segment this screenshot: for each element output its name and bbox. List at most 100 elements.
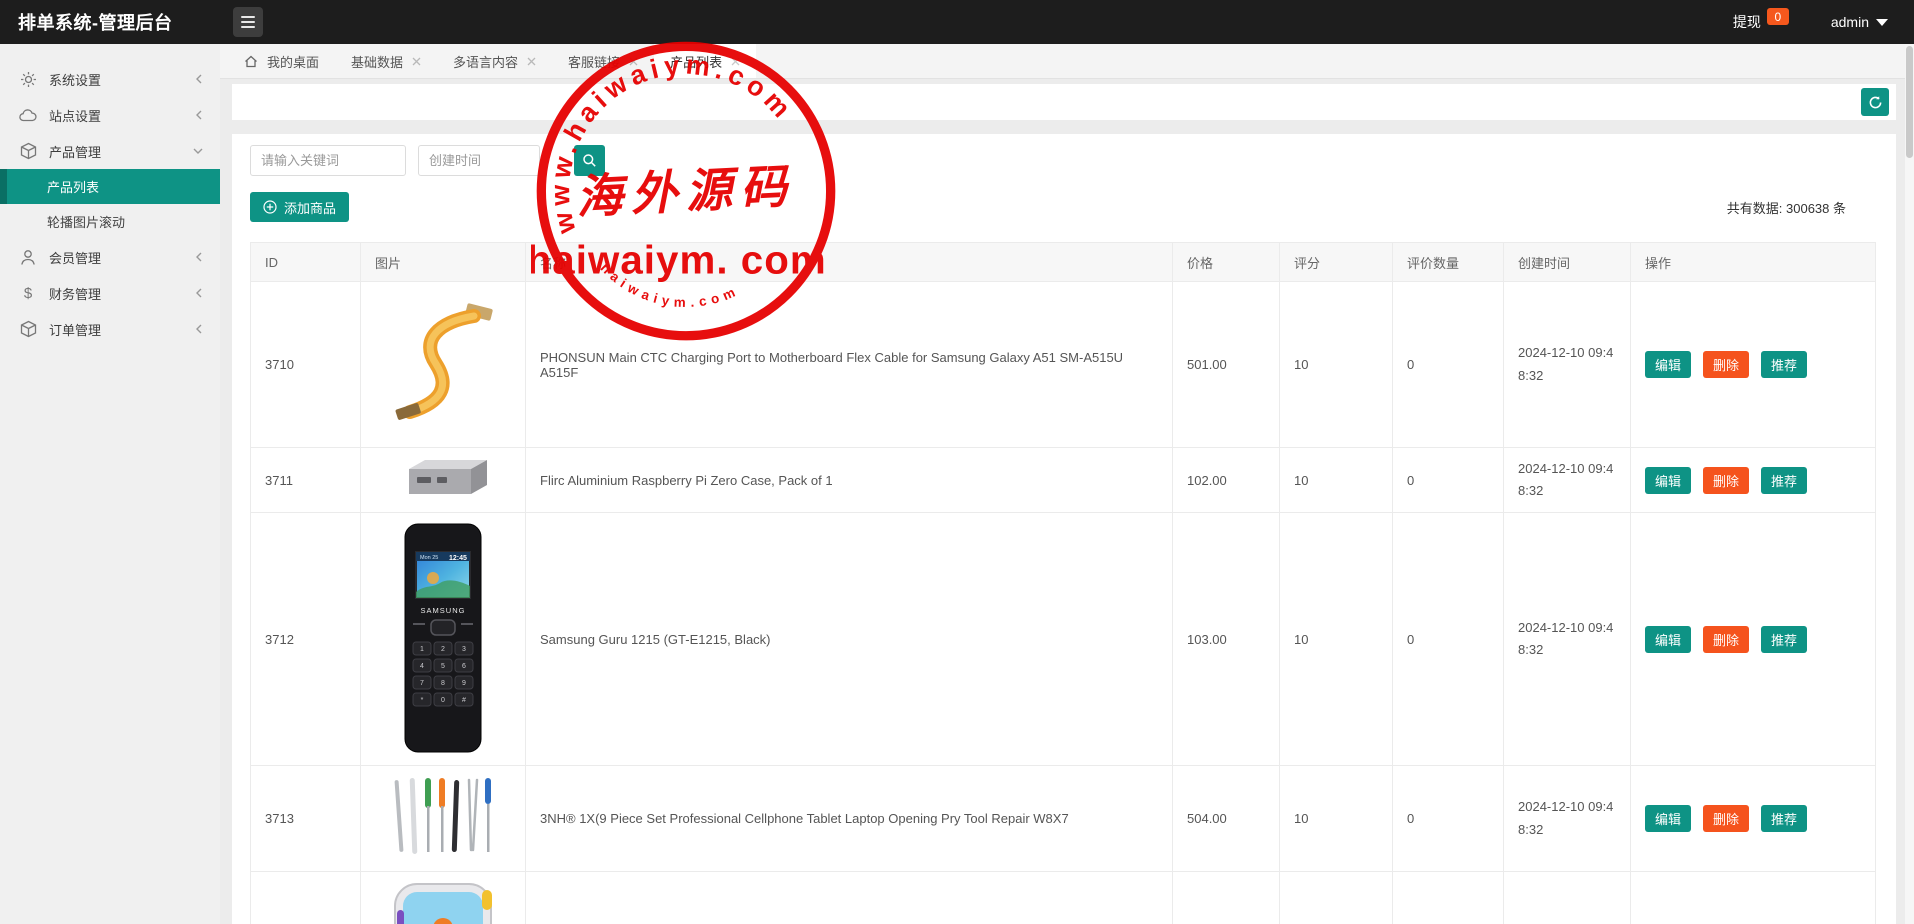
- svg-text:3: 3: [462, 646, 466, 653]
- tab-my-desktop[interactable]: 我的桌面: [228, 44, 335, 78]
- recommend-button[interactable]: 推荐: [1761, 625, 1808, 653]
- withdraw-link[interactable]: 提现 0: [1732, 8, 1789, 32]
- sidebar-subitem-carousel[interactable]: 轮播图片滚动: [0, 204, 220, 239]
- recommend-button[interactable]: 推荐: [1761, 805, 1808, 832]
- sidebar-item-label: 会员管理: [49, 250, 102, 266]
- tab-basic-data[interactable]: 基础数据: [335, 44, 437, 78]
- cell-actions: 编辑 删除 推荐: [1630, 512, 1876, 766]
- delete-button[interactable]: 删除: [1703, 625, 1750, 653]
- edit-button[interactable]: 编辑: [1645, 466, 1692, 494]
- cell-created: 2024-12-10 09:48:32: [1503, 447, 1631, 513]
- svg-text:7: 7: [420, 680, 424, 687]
- cube-icon: [18, 320, 38, 338]
- cell-price: 103.00: [1172, 512, 1280, 766]
- cell-id: 3710: [250, 281, 361, 448]
- app-title: 排单系统-管理后台: [18, 13, 173, 33]
- sidebar-item-order-management[interactable]: 订单管理: [0, 311, 220, 347]
- product-image-flex-cable: [395, 303, 493, 420]
- cell-image: [360, 871, 526, 924]
- chevron-left-icon: [194, 323, 204, 335]
- svg-text:5: 5: [441, 663, 445, 670]
- col-header-actions: 操作: [1630, 242, 1876, 282]
- cell-price: 504.00: [1172, 765, 1280, 872]
- product-panel: 添加商品 共有数据: 300638 条 ID 图片 名称 价格: [232, 134, 1896, 924]
- sidebar-subitem-product-list[interactable]: 产品列表: [0, 169, 220, 204]
- table-row: 3711 Flirc Aluminium Raspberry Pi Zero C…: [250, 447, 1876, 513]
- cell-score: 10: [1279, 281, 1393, 448]
- tab-label: 产品列表: [670, 54, 723, 70]
- delete-button[interactable]: 删除: [1703, 805, 1750, 832]
- close-icon[interactable]: [629, 57, 638, 66]
- table-row: 3710 PHONSUN Main CTC Charging Port to M…: [250, 281, 1876, 448]
- sidebar-item-finance-management[interactable]: $ 财务管理: [0, 275, 220, 311]
- tab-bar: 我的桌面 基础数据 多语言内容 客服链接 产品列表: [220, 44, 1914, 79]
- product-image-feature-phone: Mon 25 12:45 SAMSUNG 1 2 3 4 5 6 7 8 9 *…: [404, 523, 482, 752]
- product-image-tool-kit: [394, 778, 491, 854]
- cloud-icon: [18, 108, 38, 123]
- cell-score: 10: [1279, 871, 1393, 924]
- refresh-icon: [1869, 95, 1881, 108]
- col-header-image: 图片: [360, 242, 526, 282]
- cell-name: Flirc Aluminium Raspberry Pi Zero Case, …: [525, 447, 1173, 513]
- cell-image: [360, 765, 526, 872]
- hamburger-menu-icon[interactable]: [233, 7, 263, 37]
- svg-text:2: 2: [441, 646, 445, 653]
- add-row: 添加商品 共有数据: 300638 条: [250, 192, 1896, 222]
- tab-label: 多语言内容: [453, 54, 519, 70]
- table-row: 3712 Mon 25 12:45 SAMSUNG 1 2 3 4 5 6 7 …: [250, 512, 1876, 766]
- cell-actions: 编辑 删除 推荐: [1630, 447, 1876, 513]
- cell-id: 3712: [250, 512, 361, 766]
- scrollbar-thumb[interactable]: [1906, 46, 1913, 158]
- cell-id: 3714: [250, 871, 361, 924]
- cell-score: 10: [1279, 512, 1393, 766]
- created-date-input[interactable]: [418, 145, 540, 176]
- refresh-button[interactable]: [1861, 88, 1889, 116]
- keyword-input[interactable]: [250, 145, 406, 176]
- recommend-button[interactable]: 推荐: [1761, 351, 1808, 378]
- cell-reviews: 0: [1392, 871, 1504, 924]
- cell-image: Mon 25 12:45 SAMSUNG 1 2 3 4 5 6 7 8 9 *…: [360, 512, 526, 766]
- tab-multilang-content[interactable]: 多语言内容: [437, 44, 552, 78]
- close-icon[interactable]: [527, 57, 536, 66]
- sidebar-item-system-settings[interactable]: 系统设置: [0, 61, 220, 97]
- chevron-left-icon: [194, 251, 204, 263]
- sidebar-item-member-management[interactable]: 会员管理: [0, 239, 220, 275]
- cell-name: Quercetti Tablet Creativo, Multi Color: [525, 871, 1173, 924]
- cell-price: 505.00: [1172, 871, 1280, 924]
- tab-support-links[interactable]: 客服链接: [552, 44, 654, 78]
- add-product-button[interactable]: 添加商品: [250, 192, 350, 222]
- plus-circle-icon: [263, 200, 277, 214]
- chevron-down-icon: [1876, 18, 1888, 26]
- col-header-name: 名称: [525, 242, 1173, 282]
- close-icon[interactable]: [412, 57, 421, 66]
- scrollbar[interactable]: [1905, 44, 1914, 924]
- edit-button[interactable]: 编辑: [1645, 351, 1692, 378]
- svg-text:0: 0: [441, 697, 445, 704]
- edit-button[interactable]: 编辑: [1645, 805, 1692, 832]
- cell-id: 3713: [250, 765, 361, 872]
- svg-text:9: 9: [462, 680, 466, 687]
- tab-product-list[interactable]: 产品列表: [654, 44, 757, 78]
- sidebar-item-label: 产品管理: [49, 144, 102, 160]
- table-row: 3714: [250, 871, 1876, 924]
- sidebar-subitem-label: 产品列表: [47, 180, 100, 195]
- sidebar-subitem-label: 轮播图片滚动: [47, 215, 126, 230]
- sidebar-item-site-settings[interactable]: 站点设置: [0, 97, 220, 133]
- close-icon[interactable]: [731, 57, 740, 66]
- topbar: 排单系统-管理后台 提现 0 admin: [0, 0, 1914, 44]
- cell-reviews: 0: [1392, 765, 1504, 872]
- edit-button[interactable]: 编辑: [1645, 625, 1692, 653]
- user-menu[interactable]: admin: [1831, 14, 1888, 30]
- cell-name: 3NH® 1X(9 Piece Set Professional Cellpho…: [525, 765, 1173, 872]
- chevron-left-icon: [194, 287, 204, 299]
- delete-button[interactable]: 删除: [1703, 351, 1750, 378]
- cell-image: [360, 281, 526, 448]
- chevron-down-icon: [192, 146, 204, 156]
- sidebar-item-product-management[interactable]: 产品管理: [0, 133, 220, 169]
- table-header-row: ID 图片 名称 价格 评分 评价数量 创建时间 操作: [250, 242, 1876, 282]
- recommend-button[interactable]: 推荐: [1761, 466, 1808, 494]
- search-button[interactable]: [574, 145, 605, 176]
- withdraw-label: 提现: [1732, 14, 1761, 30]
- delete-button[interactable]: 删除: [1703, 466, 1750, 494]
- total-count: 共有数据: 300638 条: [1726, 200, 1846, 216]
